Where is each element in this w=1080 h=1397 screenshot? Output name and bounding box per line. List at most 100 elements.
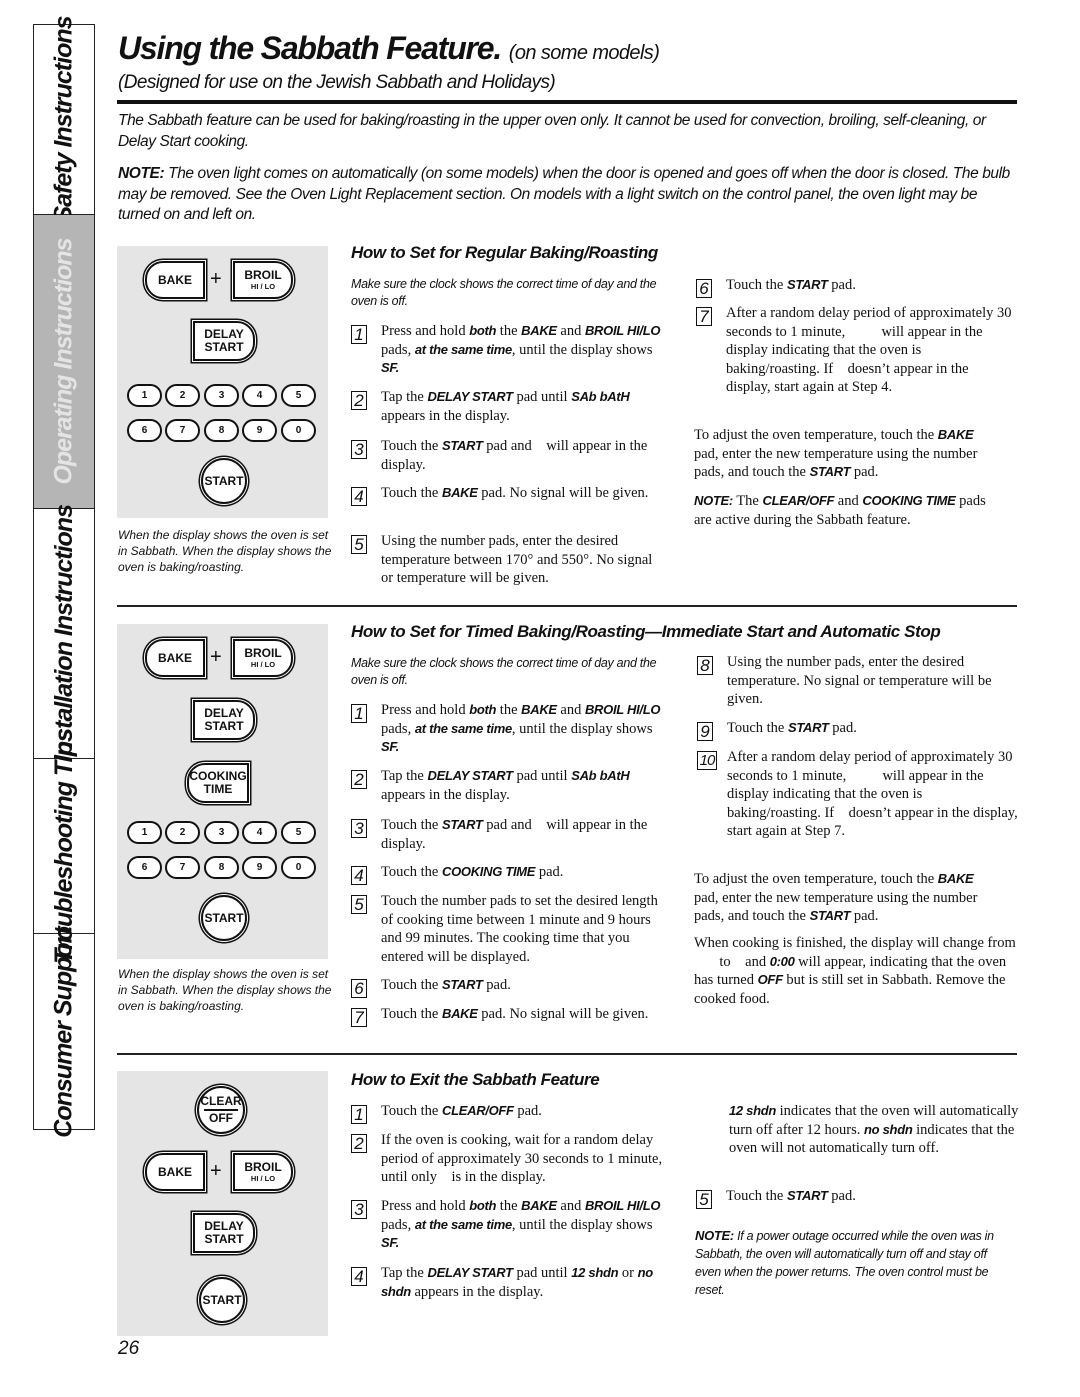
tab-troubleshooting-tips[interactable]: Troubleshooting Tips (34, 729, 94, 963)
step-text: Using the number pads, enter the desired… (381, 533, 653, 586)
step-number: 10 (697, 751, 717, 770)
intro-paragraph: The Sabbath feature can be used for baki… (118, 112, 986, 150)
number-pad-0[interactable]: 0 (281, 419, 316, 442)
step-text: Tap the DELAY START pad until 12 shdn or… (381, 1265, 653, 1300)
number-pad-5[interactable]: 5 (281, 821, 316, 844)
pad-sublabel: HI / LO (250, 282, 276, 291)
section-divider (117, 1053, 1017, 1055)
cooking-time-pad[interactable]: COOKING TIME (187, 763, 249, 803)
step-number: 4 (351, 1267, 367, 1286)
step-timed-8: 8 Using the number pads, enter the desire… (697, 653, 1019, 709)
number-pad-2[interactable]: 2 (165, 821, 200, 844)
pad-label: START (204, 910, 244, 925)
delay-start-pad[interactable]: DELAY START (193, 1213, 255, 1253)
step-number: 6 (351, 979, 367, 998)
step-text: Touch the START pad and will appear in t… (381, 817, 648, 852)
section-heading-regular: How to Set for Regular Baking/Roasting (351, 243, 658, 262)
number-pad-1[interactable]: 1 (127, 821, 162, 844)
number-pad-1[interactable]: 1 (127, 384, 162, 407)
step-number: 1 (351, 704, 367, 723)
number-pad-3[interactable]: 3 (204, 384, 239, 407)
number-pad-5[interactable]: 5 (281, 384, 316, 407)
number-pad-8[interactable]: 8 (204, 856, 239, 879)
number-pad-0[interactable]: 0 (281, 856, 316, 879)
tab-operating-instructions[interactable]: Operating Instructions (34, 215, 94, 509)
broil-pad[interactable]: BROIL HI / LO (233, 261, 293, 299)
step-text: Touch the START pad. (726, 277, 856, 293)
note-label: NOTE: (118, 165, 165, 182)
prereq-note: Make sure the clock shows the correct ti… (351, 656, 657, 687)
pad-label: START (204, 719, 244, 733)
step-text: Touch the BAKE pad. No signal will be gi… (381, 1006, 649, 1022)
clear-off-pad[interactable]: CLEAR OFF (197, 1086, 245, 1134)
number-pad-9[interactable]: 9 (242, 419, 277, 442)
step-number: 3 (351, 440, 367, 459)
pad-label: BROIL (244, 1160, 282, 1174)
start-pad[interactable]: START (201, 895, 247, 941)
step-regular-2: 2 Tap the DELAY START pad until SAb bAtH … (351, 388, 661, 425)
step-text: After a random delay period of approxima… (726, 305, 1012, 395)
broil-pad[interactable]: BROIL HI / LO (233, 639, 293, 677)
step-number: 5 (351, 895, 367, 914)
step-timed-10: 10 After a random delay period of approxi… (697, 748, 1019, 841)
step-number: 7 (696, 307, 712, 326)
pad-label: BROIL (244, 268, 282, 282)
bake-pad[interactable]: BAKE (145, 261, 205, 299)
page-subtitle: (Designed for use on the Jewish Sabbath … (118, 72, 556, 93)
step-regular-6: 6 Touch the START pad. (696, 276, 1016, 298)
tab-consumer-support[interactable]: Consumer Support (34, 927, 94, 1137)
cooking-finished-note: When cooking is finished, the display wi… (694, 935, 1016, 1007)
plus-sign: + (210, 1160, 222, 1182)
pad-label: BAKE (157, 272, 192, 287)
bake-pad[interactable]: BAKE (145, 639, 205, 677)
pad-label: START (204, 473, 244, 488)
tab-label: Consumer Support (49, 927, 78, 1138)
step-regular-7: 7 After a random delay period of approxim… (696, 304, 1016, 397)
note-label: NOTE: (695, 1228, 734, 1243)
number-pad-4[interactable]: 4 (242, 821, 277, 844)
number-pad-3[interactable]: 3 (204, 821, 239, 844)
step-text: Touch the BAKE pad. No signal will be gi… (381, 485, 649, 501)
pad-label: START (204, 1232, 244, 1246)
plus-sign: + (210, 646, 222, 668)
start-pad[interactable]: START (199, 1277, 245, 1323)
number-pad-4[interactable]: 4 (242, 384, 277, 407)
delay-start-pad[interactable]: DELAY START (193, 700, 255, 740)
number-pad-8[interactable]: 8 (204, 419, 239, 442)
step-text: Touch the CLEAR/OFF pad. (381, 1103, 542, 1119)
step-text: Press and hold both the BAKE and BROIL H… (381, 702, 661, 754)
step-number: 4 (351, 487, 367, 506)
pad-label: BAKE (157, 1164, 192, 1179)
step-text: After a random delay period of approxima… (727, 749, 1018, 839)
tab-label: Safety Instructions (49, 16, 78, 223)
start-pad[interactable]: START (201, 458, 247, 504)
number-pad-6[interactable]: 6 (127, 419, 162, 442)
section-heading-timed: How to Set for Timed Baking/Roasting—Imm… (351, 622, 941, 641)
note-text: The oven light comes on automatically (o… (118, 165, 1010, 223)
number-pad-7[interactable]: 7 (165, 419, 200, 442)
tab-safety-instructions[interactable]: Safety Instructions (34, 16, 94, 223)
number-pad-7[interactable]: 7 (165, 856, 200, 879)
title-text: Using the Sabbath Feature. (118, 30, 502, 66)
step-timed-4: 4 Touch the COOKING TIME pad. (351, 863, 671, 885)
step-timed-5: 5 Touch the number pads to set the desire… (351, 892, 671, 966)
tab-installation-instructions[interactable]: Installation Instructions (34, 505, 94, 762)
page-number: 26 (118, 1338, 140, 1359)
note-text: If a power outage occurred while the ove… (695, 1229, 994, 1297)
number-pad-9[interactable]: 9 (242, 856, 277, 879)
pad-sublabel: HI / LO (250, 660, 276, 669)
pad-sublabel: HI / LO (250, 1174, 276, 1183)
pad-label: OFF (209, 1110, 233, 1125)
number-pad-2[interactable]: 2 (165, 384, 200, 407)
step-timed-2: 2 Tap the DELAY START pad until SAb bAtH … (351, 767, 671, 804)
step-exit-1: 1 Touch the CLEAR/OFF pad. (351, 1102, 671, 1124)
bake-pad[interactable]: BAKE (145, 1153, 205, 1191)
step-text: Touch the START pad. (381, 977, 511, 993)
step-number: 4 (351, 866, 367, 885)
step-number: 5 (696, 1190, 712, 1209)
broil-pad[interactable]: BROIL HI / LO (233, 1153, 293, 1191)
number-pad-6[interactable]: 6 (127, 856, 162, 879)
step-text: Using the number pads, enter the desired… (727, 654, 992, 707)
step-text: Tap the DELAY START pad until SAb bAtH a… (381, 768, 630, 803)
delay-start-pad[interactable]: DELAY START (193, 321, 255, 361)
